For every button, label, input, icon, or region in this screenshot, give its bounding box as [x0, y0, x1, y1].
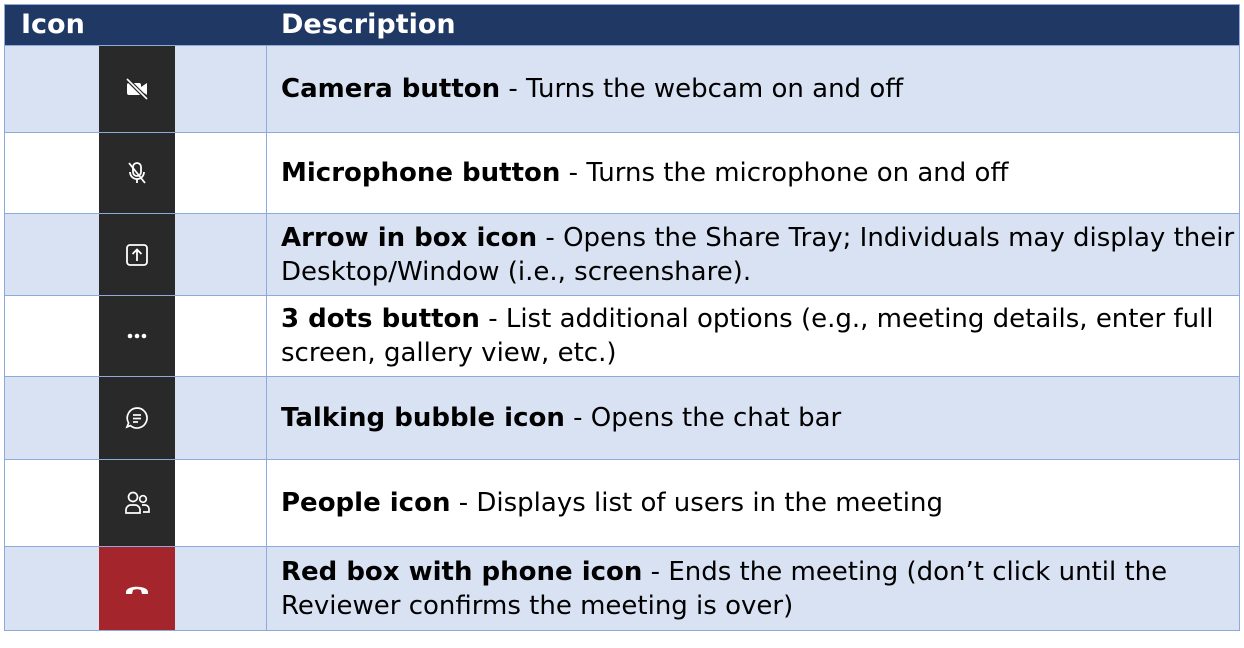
table-row: Red box with phone icon - Ends the meeti…	[5, 546, 1239, 630]
row-description: - Opens the chat bar	[564, 403, 842, 433]
microphone-off-icon	[128, 162, 146, 184]
row-title: Microphone button	[281, 158, 561, 188]
camera-off-icon	[125, 77, 149, 101]
icon-reference-table: Icon Description Camera button - Turns t…	[4, 4, 1240, 631]
row-title: People icon	[281, 488, 451, 518]
row-title: Camera button	[281, 74, 501, 104]
icon-column-header: Icon	[21, 9, 85, 40]
row-title: Red box with phone icon	[281, 556, 643, 587]
table-row: Camera button - Turns the webcam on and …	[5, 45, 1239, 132]
share-tray-icon	[126, 243, 148, 266]
table-row: Talking bubble icon - Opens the chat bar	[5, 376, 1239, 459]
table-row: Microphone button - Turns the microphone…	[5, 132, 1239, 213]
row-title: Arrow in box icon	[281, 222, 538, 253]
people-icon	[125, 491, 150, 514]
row-description: - Displays list of users in the meeting	[450, 488, 943, 518]
more-options-icon	[127, 333, 147, 339]
table-row: People icon - Displays list of users in …	[5, 459, 1239, 546]
description-column-header: Description	[281, 9, 456, 40]
hang-up-phone-icon	[126, 586, 148, 594]
chat-bubble-icon	[125, 407, 148, 429]
table-row: Arrow in box icon - Opens the Share Tray…	[5, 213, 1239, 295]
table-row: 3 dots button - List additional options …	[5, 295, 1239, 376]
row-title: Talking bubble icon	[281, 403, 565, 433]
row-description: - Turns the webcam on and off	[500, 74, 904, 104]
row-title: 3 dots button	[281, 304, 480, 334]
row-description: - Turns the microphone on and off	[560, 158, 1009, 188]
table-header: Icon Description	[5, 5, 1239, 45]
